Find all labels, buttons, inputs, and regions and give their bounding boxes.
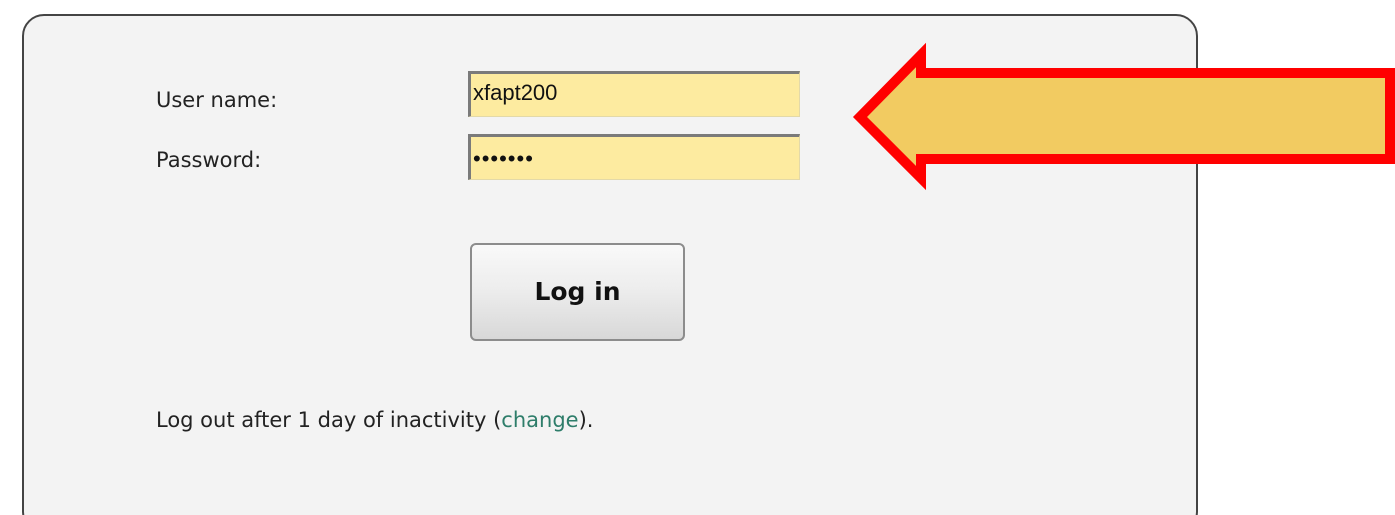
annotation-arrow-icon: [852, 42, 1395, 191]
arrow-shape: [852, 42, 1395, 191]
login-page: User name: Password: xfapt200 ••••••• Lo…: [0, 0, 1395, 515]
